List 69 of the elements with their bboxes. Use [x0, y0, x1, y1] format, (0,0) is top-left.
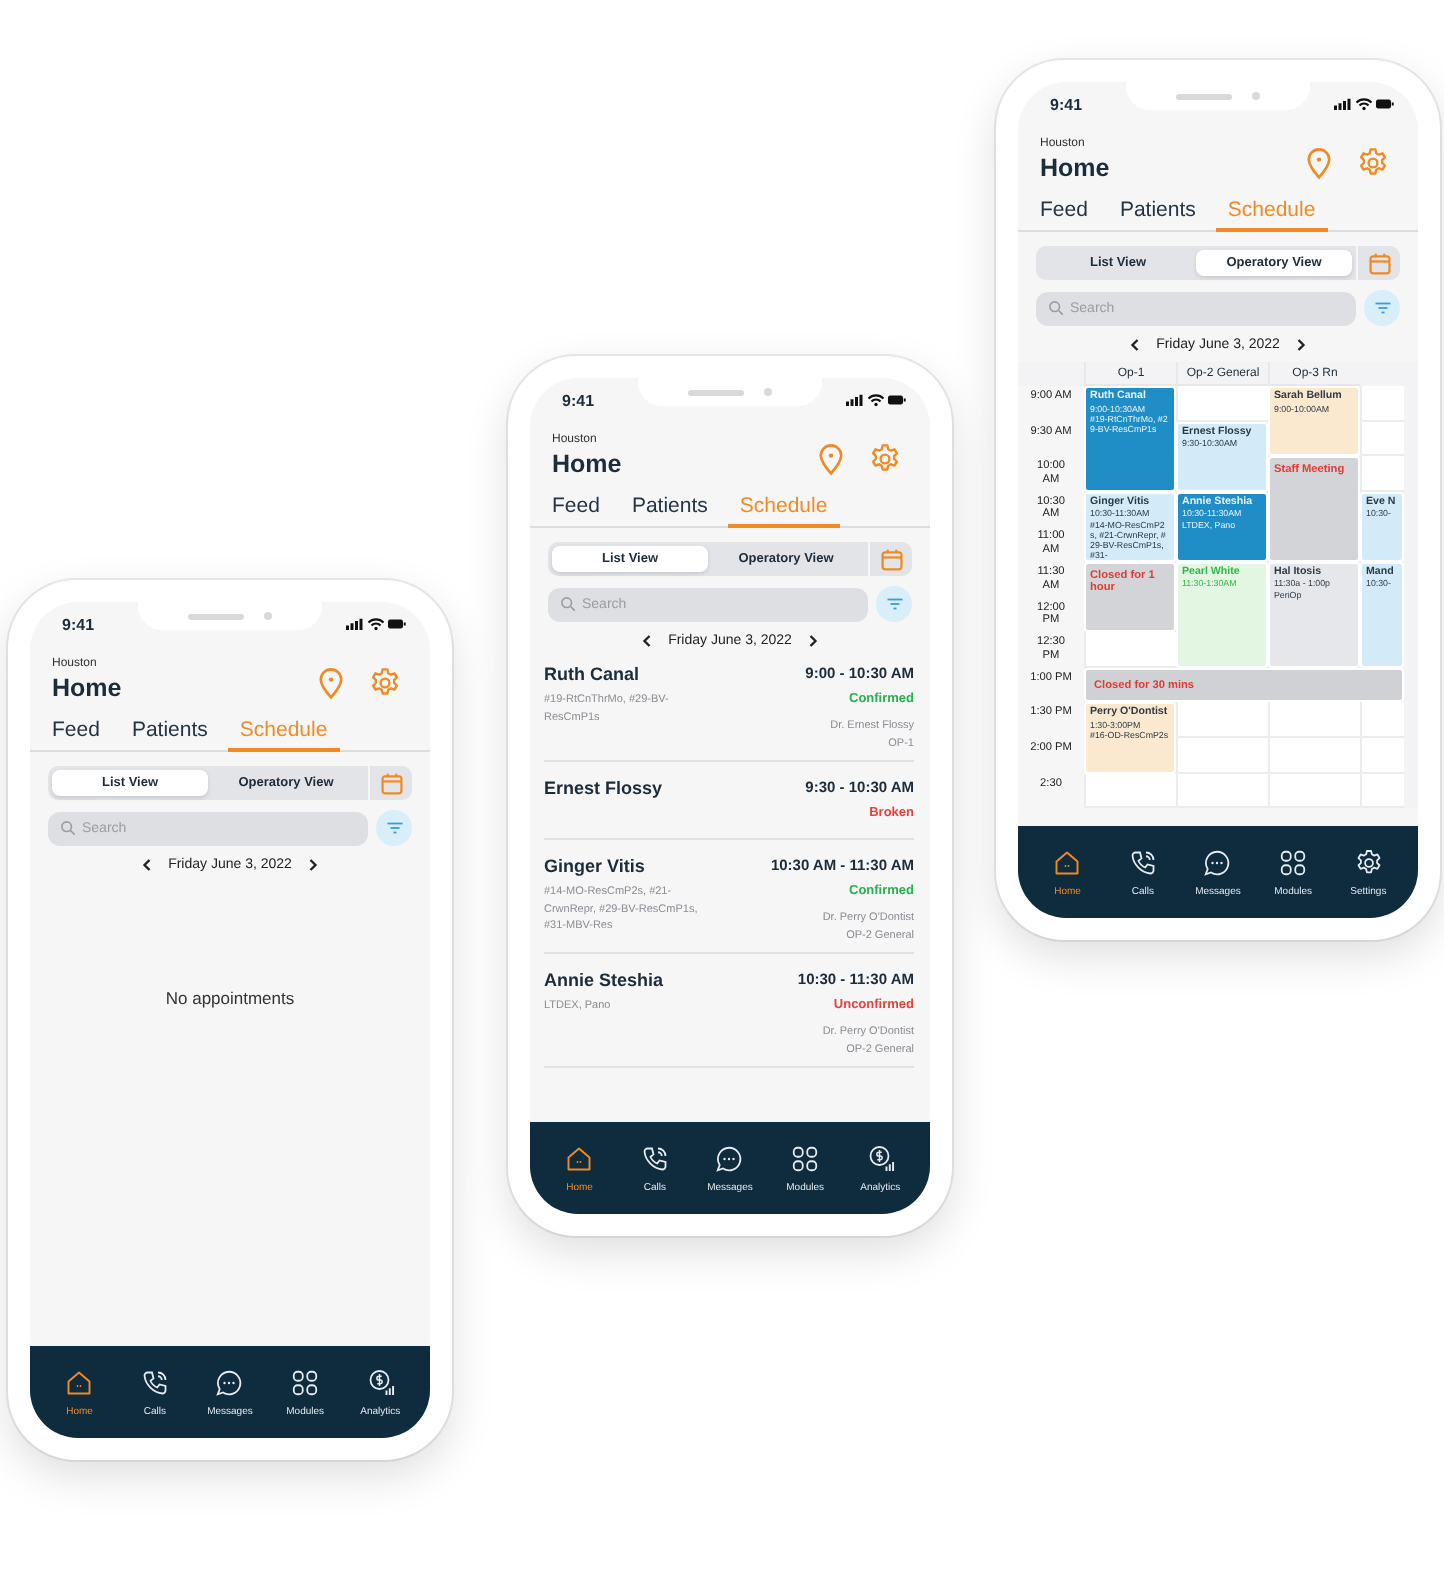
filter-icon — [385, 820, 403, 836]
tab[interactable]: Patients — [1119, 198, 1196, 232]
dollar-chart-icon — [365, 1367, 396, 1397]
settings-icon — [1353, 847, 1384, 877]
house-icon — [64, 1367, 95, 1397]
modules-grid-icon — [290, 1367, 321, 1397]
phone-icon — [639, 1143, 670, 1173]
patient-name: Ernest Flossy — [544, 778, 665, 798]
chevron-right-icon[interactable] — [307, 858, 318, 872]
tab[interactable]: Patients — [631, 494, 708, 528]
filter-icon — [885, 596, 903, 612]
filter-button[interactable] — [1364, 290, 1400, 326]
modules-grid-icon — [790, 1143, 821, 1173]
grid-cell — [1360, 702, 1404, 738]
search-icon — [60, 820, 76, 836]
house-icon — [1052, 847, 1083, 877]
dollar-chart-icon — [865, 1143, 896, 1173]
chat-bubble-icon — [1202, 847, 1233, 877]
chevron-right-icon[interactable] — [1295, 338, 1306, 352]
tab[interactable]: Feed — [552, 494, 600, 528]
chat-bubble-icon — [214, 1367, 245, 1397]
calendar-icon — [879, 547, 903, 571]
filter-button[interactable] — [876, 586, 912, 622]
chevron-left-icon[interactable] — [642, 634, 653, 648]
tab[interactable]: Feed — [1040, 198, 1088, 232]
search-icon — [560, 596, 576, 612]
signal-wifi-battery-icon — [1334, 96, 1394, 112]
grid-cell — [1360, 456, 1404, 492]
patient-name: Ruth Canal — [544, 664, 642, 684]
calendar-icon — [1367, 251, 1391, 275]
settings-icon[interactable] — [1356, 146, 1390, 180]
settings-icon[interactable] — [868, 442, 902, 476]
location-pin-icon[interactable] — [314, 666, 348, 700]
chevron-left-icon[interactable] — [1130, 338, 1141, 352]
chevron-left-icon[interactable] — [142, 858, 153, 872]
filter-button[interactable] — [376, 810, 412, 846]
signal-wifi-battery-icon — [346, 616, 406, 632]
filter-icon — [1373, 300, 1391, 316]
settings-icon[interactable] — [368, 666, 402, 700]
grid-cell — [1176, 737, 1268, 774]
page-title: Home — [1040, 154, 1112, 182]
signal-wifi-battery-icon — [846, 392, 906, 408]
empty-message: No appointments — [165, 988, 295, 1008]
tab[interactable]: Patients — [131, 718, 208, 752]
patient-name: Ginger Vitis — [544, 856, 647, 876]
calendar-icon — [379, 771, 403, 795]
house-icon — [564, 1143, 595, 1173]
grid-cell — [1360, 421, 1404, 457]
grid-cell — [1360, 386, 1404, 422]
location-pin-icon[interactable] — [814, 442, 848, 476]
grid-cell — [1268, 702, 1360, 738]
phone-icon — [1127, 847, 1158, 877]
tab[interactable]: Feed — [52, 718, 100, 752]
location-pin-icon[interactable] — [1302, 146, 1336, 180]
patient-name: Annie Steshia — [544, 970, 666, 990]
search-icon — [1048, 300, 1064, 316]
modules-grid-icon — [1278, 847, 1309, 877]
status-time: 9:41 — [1050, 95, 1083, 113]
page-title: Home — [552, 450, 624, 478]
status-time: 9:41 — [62, 615, 95, 633]
phone-icon — [139, 1367, 170, 1397]
grid-cell — [1176, 773, 1268, 809]
page-title: Home — [52, 674, 124, 702]
chevron-right-icon[interactable] — [807, 634, 818, 648]
grid-cell — [1084, 632, 1176, 668]
grid-cell — [1176, 702, 1268, 738]
grid-cell — [1176, 386, 1268, 422]
status-time: 9:41 — [562, 391, 595, 409]
chat-bubble-icon — [714, 1143, 745, 1173]
